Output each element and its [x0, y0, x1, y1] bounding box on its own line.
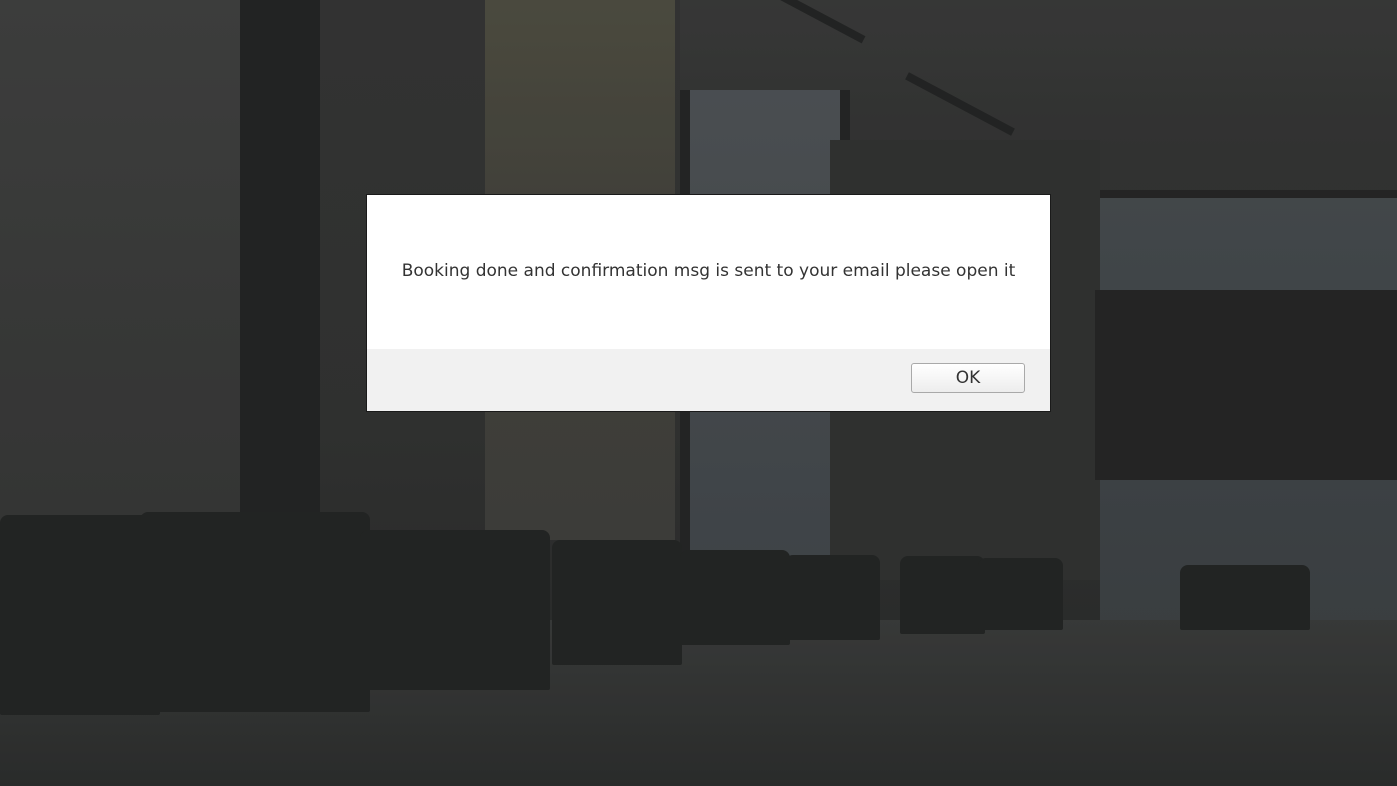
ok-button[interactable]: OK [911, 363, 1025, 393]
confirmation-dialog: Booking done and confirmation msg is sen… [366, 194, 1051, 412]
dialog-body: Booking done and confirmation msg is sen… [367, 195, 1050, 350]
dialog-footer: OK [367, 349, 1050, 411]
dialog-message: Booking done and confirmation msg is sen… [401, 261, 1016, 281]
